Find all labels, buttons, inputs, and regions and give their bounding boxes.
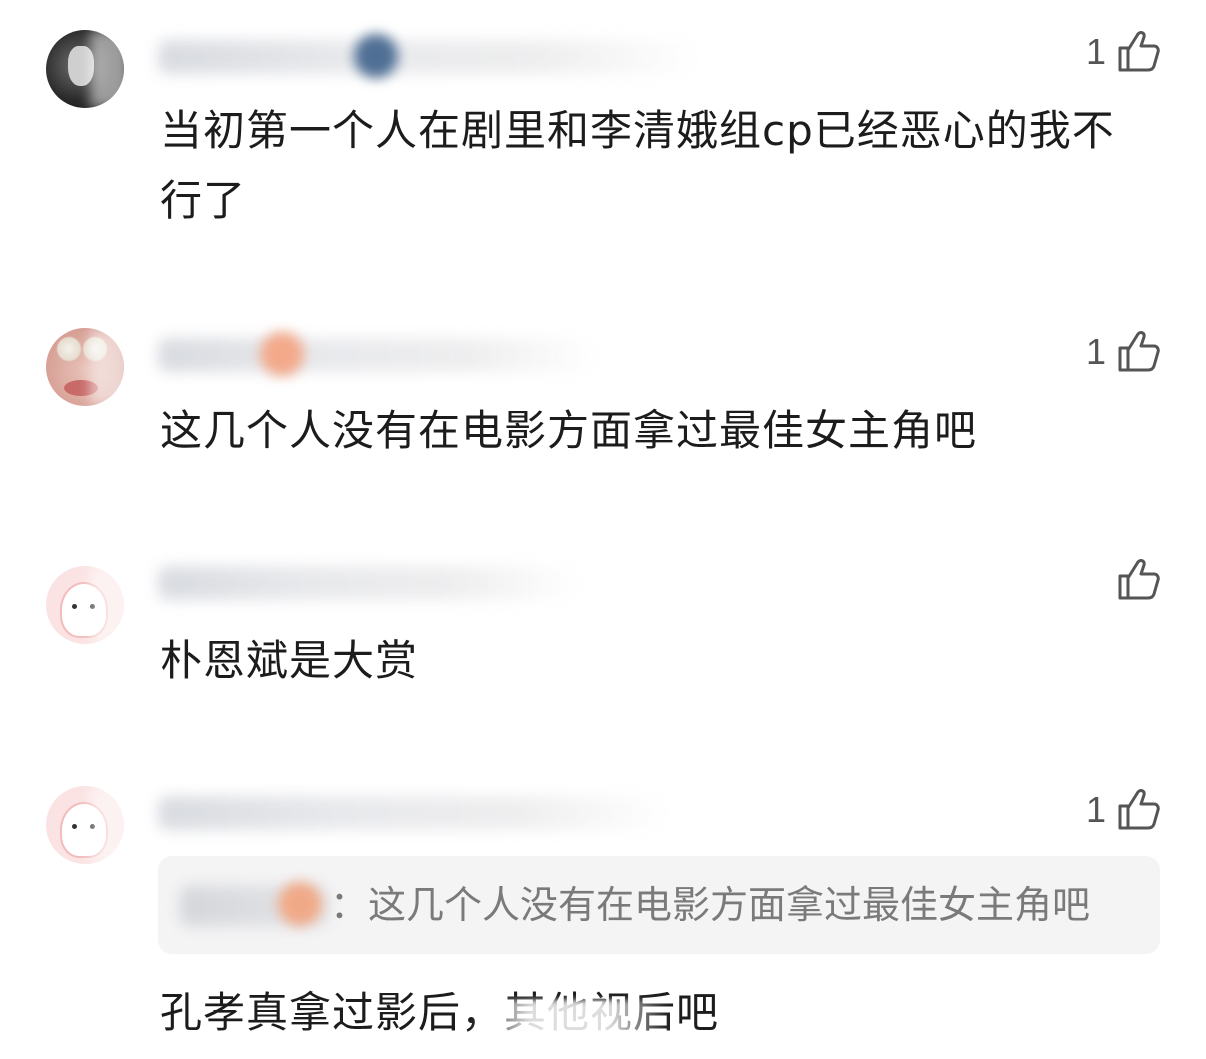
like-button[interactable]: 1 — [1086, 28, 1162, 76]
like-count: 1 — [1085, 331, 1106, 372]
comment-text: 朴恩斌是大赏 — [160, 636, 419, 685]
comment-text: 当初第一个人在剧里和李清娥组cp已经恶心的我不行了 — [160, 106, 1115, 225]
avatar[interactable] — [46, 328, 124, 406]
blurred-username — [158, 338, 598, 372]
quoted-text: ：这几个人没有在电影方面拿过最佳女主角吧 — [330, 883, 1091, 927]
thumbs-up-icon — [1118, 559, 1160, 600]
like-count: 1 — [1085, 31, 1106, 72]
like-button[interactable] — [1106, 556, 1162, 604]
quoted-reply[interactable]: ：这几个人没有在电影方面拿过最佳女主角吧 — [158, 856, 1160, 954]
thumbs-up-icon — [1118, 331, 1160, 372]
blurred-badge — [354, 34, 398, 78]
blurred-username — [158, 566, 578, 600]
avatar[interactable] — [46, 30, 124, 108]
avatar[interactable] — [46, 786, 124, 864]
watermark-overlay — [470, 1000, 670, 1040]
blurred-username — [158, 40, 698, 74]
like-button[interactable]: 1 — [1086, 786, 1162, 834]
like-count: 1 — [1085, 789, 1106, 830]
comment-text: 这几个人没有在电影方面拿过最佳女主角吧 — [160, 406, 978, 455]
blurred-quoted-badge — [278, 882, 322, 926]
thumbs-up-icon — [1118, 31, 1160, 72]
avatar[interactable] — [46, 566, 124, 644]
thumbs-up-icon — [1118, 789, 1160, 830]
blurred-badge — [260, 332, 304, 376]
like-button[interactable]: 1 — [1086, 328, 1162, 376]
blurred-username — [158, 796, 668, 830]
